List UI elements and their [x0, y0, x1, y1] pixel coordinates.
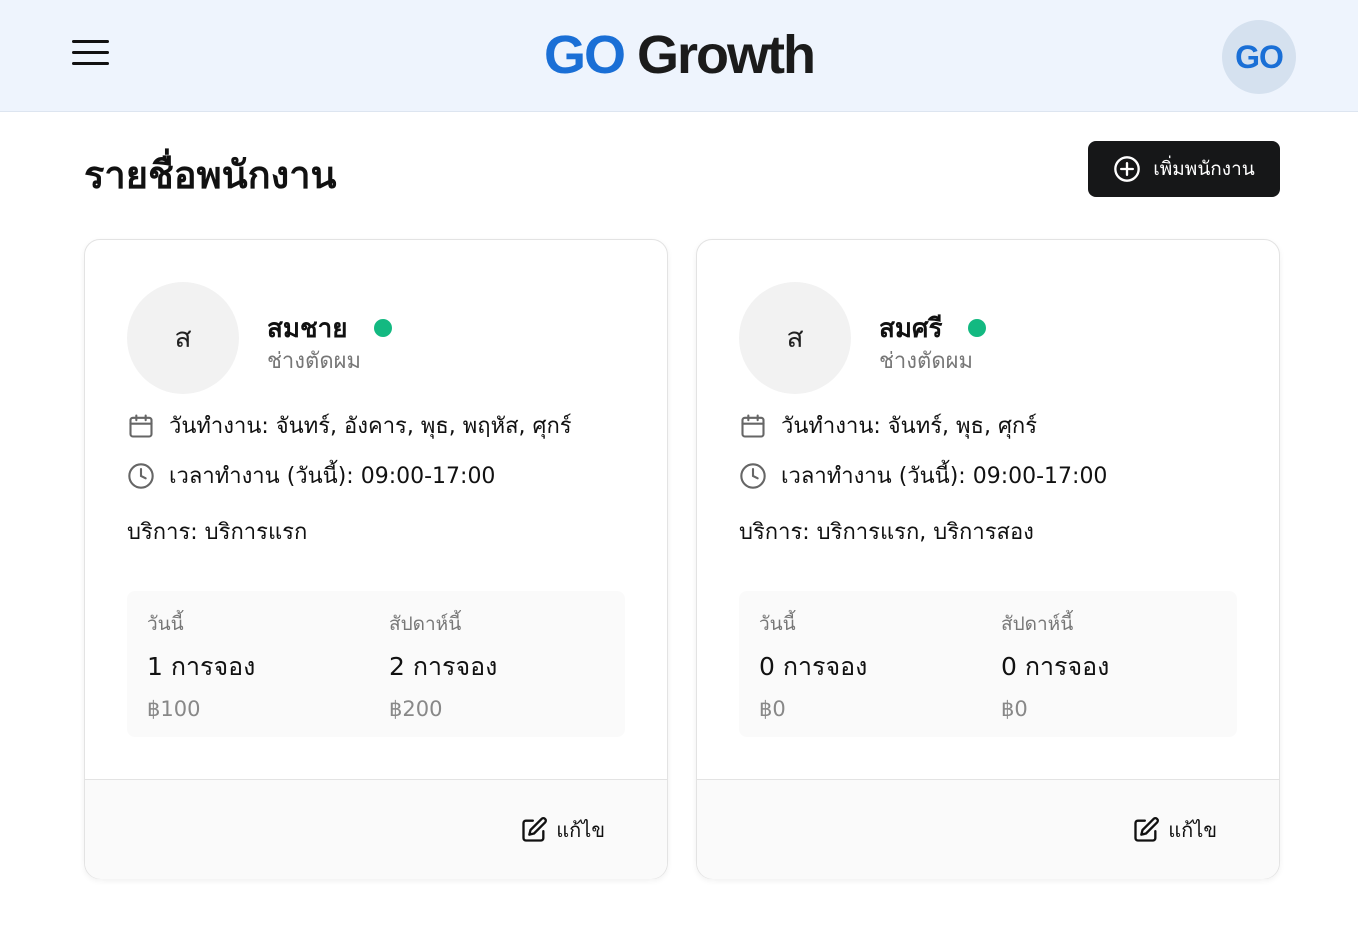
stat-today-label: วันนี้ — [147, 613, 184, 635]
booking-stats: วันนี้ 0 การจอง ฿0 สัปดาห์นี้ 0 การจอง ฿… — [739, 591, 1237, 737]
stat-week: สัปดาห์นี้ 0 การจอง ฿0 — [1001, 609, 1109, 721]
staff-name: สมศรี — [879, 314, 943, 344]
logo-go: GO — [543, 25, 626, 85]
stat-week-amount: ฿200 — [389, 697, 443, 721]
services-text: บริการ: บริการแรก — [127, 520, 308, 545]
working-hours-row: เวลาทำงาน (วันนี้): 09:00-17:00 — [127, 458, 495, 493]
staff-card: ส สมศรี ช่างตัดผม วันทำงาน: จันทร์, พุธ,… — [696, 239, 1280, 879]
card-footer: แก้ไข — [697, 779, 1279, 879]
stat-today-amount: ฿100 — [147, 697, 201, 721]
add-staff-label: เพิ่มพนักงาน — [1153, 158, 1255, 180]
card-footer: แก้ไข — [85, 779, 667, 879]
clock-icon — [740, 462, 766, 489]
stat-week-bookings: 2 การจอง — [389, 652, 498, 681]
working-days-text: วันทำงาน: จันทร์, อังคาร, พุธ, พฤหัส, ศุ… — [169, 414, 572, 439]
logo-growth: Growth — [637, 25, 816, 85]
edit-button[interactable]: แก้ไข — [1132, 814, 1217, 846]
calendar-icon — [129, 413, 153, 438]
top-header: GO Growth GO — [0, 0, 1358, 112]
edit-label: แก้ไข — [1168, 818, 1217, 842]
stat-week: สัปดาห์นี้ 2 การจอง ฿200 — [389, 609, 497, 721]
stat-week-amount: ฿0 — [1001, 697, 1028, 721]
stat-today-amount: ฿0 — [759, 697, 786, 721]
calendar-icon — [741, 413, 765, 438]
add-staff-button[interactable]: เพิ่มพนักงาน — [1088, 141, 1280, 197]
clock-icon — [128, 462, 154, 489]
status-active-dot — [968, 318, 987, 337]
stat-today-label: วันนี้ — [759, 613, 796, 635]
app-logo[interactable]: GO Growth — [0, 24, 1358, 86]
working-hours-row: เวลาทำงาน (วันนี้): 09:00-17:00 — [739, 458, 1107, 493]
stat-week-label: สัปดาห์นี้ — [1001, 613, 1074, 635]
stat-today: วันนี้ 0 การจอง ฿0 — [759, 609, 867, 721]
services-text: บริการ: บริการแรก, บริการสอง — [739, 520, 1034, 545]
edit-icon — [1134, 817, 1160, 842]
staff-card: ส สมชาย ช่างตัดผม วันทำงาน: จันทร์, อังค… — [84, 239, 668, 879]
working-hours-text: เวลาทำงาน (วันนี้): 09:00-17:00 — [169, 464, 496, 489]
stat-today: วันนี้ 1 การจอง ฿100 — [147, 609, 255, 721]
working-days-row: วันทำงาน: จันทร์, พุธ, ศุกร์ — [739, 408, 1037, 443]
edit-icon — [522, 817, 548, 842]
plus-circle-icon — [1114, 156, 1141, 182]
edit-button[interactable]: แก้ไข — [520, 814, 605, 846]
booking-stats: วันนี้ 1 การจอง ฿100 สัปดาห์นี้ 2 การจอง… — [127, 591, 625, 737]
working-days-text: วันทำงาน: จันทร์, พุธ, ศุกร์ — [781, 414, 1038, 439]
staff-avatar: ส — [127, 282, 239, 394]
status-active-dot — [373, 318, 392, 337]
staff-avatar: ส — [739, 282, 851, 394]
user-avatar[interactable]: GO — [1222, 20, 1296, 94]
staff-role: ช่างตัดผม — [267, 349, 361, 374]
stat-week-label: สัปดาห์นี้ — [389, 613, 462, 635]
stat-week-bookings: 0 การจอง — [1001, 652, 1110, 681]
working-hours-text: เวลาทำงาน (วันนี้): 09:00-17:00 — [781, 464, 1108, 489]
staff-role: ช่างตัดผม — [879, 349, 973, 374]
working-days-row: วันทำงาน: จันทร์, อังคาร, พุธ, พฤหัส, ศุ… — [127, 408, 572, 443]
staff-name: สมชาย — [267, 314, 348, 344]
stat-today-bookings: 0 การจอง — [759, 652, 868, 681]
stat-today-bookings: 1 การจอง — [147, 652, 256, 681]
page-title: รายชื่อพนักงาน — [84, 153, 337, 197]
edit-label: แก้ไข — [556, 818, 605, 842]
